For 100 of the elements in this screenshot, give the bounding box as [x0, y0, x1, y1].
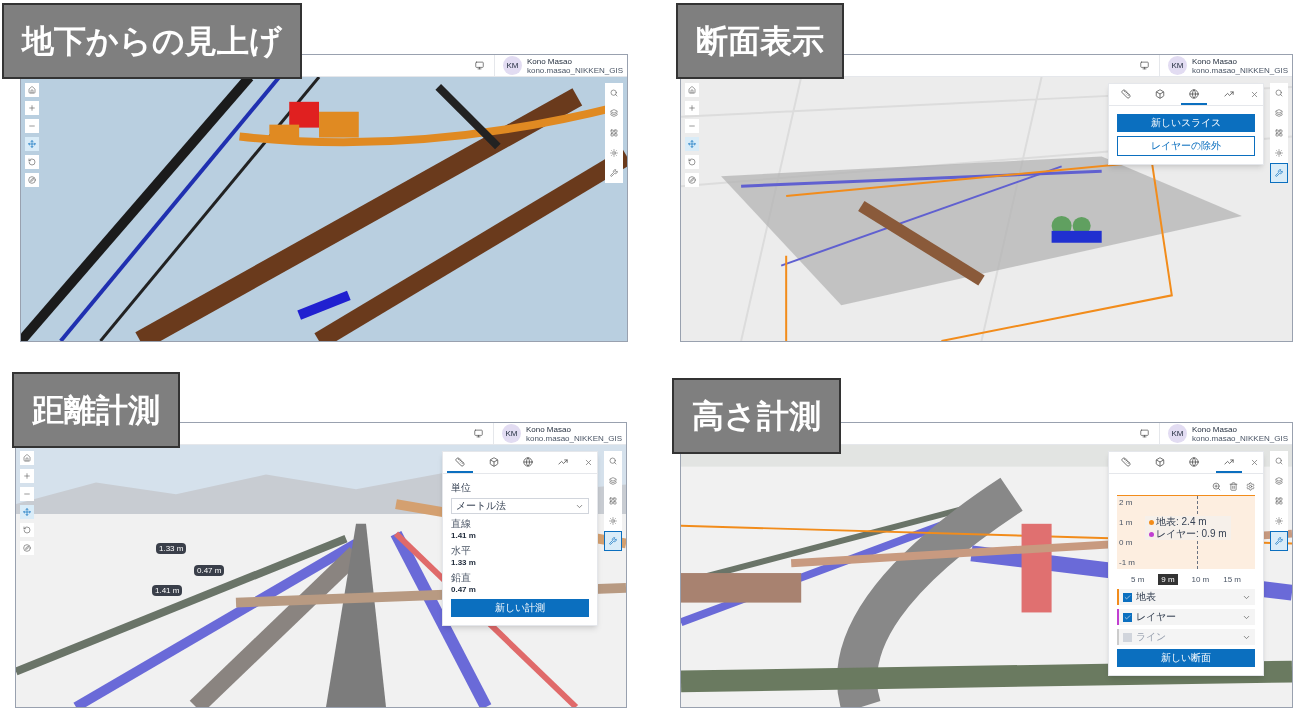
map-tool-button[interactable]: [20, 523, 34, 537]
line-label: レイヤー: [1136, 611, 1176, 623]
map-tool-button[interactable]: [685, 83, 699, 97]
monitor-icon[interactable]: [474, 61, 484, 70]
widget-button[interactable]: [1270, 531, 1288, 551]
checkbox[interactable]: [1123, 612, 1132, 622]
monitor-icon[interactable]: [1139, 61, 1149, 70]
primary-button[interactable]: 新しい断面: [1117, 649, 1255, 667]
map-tool-button[interactable]: [685, 137, 699, 151]
reading-value: 1.33 m: [451, 557, 477, 568]
search-icon: [1275, 457, 1283, 465]
trash-icon[interactable]: [1229, 482, 1238, 491]
map-tool-button[interactable]: [20, 451, 34, 465]
profile-line-row[interactable]: 地表: [1117, 589, 1255, 605]
reading-label: 直線: [451, 518, 472, 530]
home-icon: [28, 86, 36, 94]
trend-icon: [1223, 456, 1234, 467]
avatar[interactable]: KM: [501, 424, 521, 443]
cursor-label: 9 m: [1158, 573, 1178, 585]
minus-icon: [28, 122, 36, 130]
secondary-button[interactable]: レイヤーの除外: [1117, 136, 1255, 156]
sun-icon: [1275, 149, 1283, 157]
search-icon: [610, 89, 618, 97]
section-title: 断面表示: [676, 3, 844, 79]
axis-tick: 10 m: [1191, 574, 1210, 584]
box-icon: [1155, 456, 1166, 467]
primary-button[interactable]: 新しい計測: [451, 599, 589, 617]
primary-button[interactable]: 新しいスライス: [1117, 114, 1255, 132]
monitor-icon[interactable]: [1139, 429, 1149, 438]
rotate-icon: [688, 158, 696, 166]
axis-tick: -1 m: [1119, 558, 1135, 567]
map-tool-button[interactable]: [685, 101, 699, 115]
axis-tick: 15 m: [1223, 574, 1241, 584]
map-tool-button[interactable]: [25, 173, 39, 187]
move-icon: [688, 140, 696, 148]
grid-icon: [1275, 497, 1283, 505]
home-icon: [688, 86, 696, 94]
zoom-icon[interactable]: [1212, 482, 1221, 491]
map-tool-button[interactable]: [25, 83, 39, 97]
grid-icon: [609, 497, 617, 505]
axis-tick: 0 m: [1119, 538, 1134, 547]
minus-icon: [23, 490, 31, 498]
axis-tick: 2 m: [1119, 498, 1134, 507]
wrench-icon: [1275, 537, 1283, 545]
ruler-icon: [1121, 456, 1132, 467]
globe-icon: [523, 456, 534, 467]
map-tool-button[interactable]: [25, 155, 39, 169]
measure-label: 1.33 m: [156, 543, 187, 554]
avatar[interactable]: KM: [1167, 56, 1187, 75]
globe-icon: [1189, 456, 1200, 467]
map-tool-button[interactable]: [25, 101, 39, 115]
close-icon[interactable]: [583, 458, 593, 467]
unit-dropdown[interactable]: メートル法: [451, 498, 589, 514]
layers-icon: [610, 109, 618, 117]
layers-icon: [1275, 477, 1283, 485]
measure-label: 1.41 m: [152, 585, 183, 596]
line-label: ライン: [1136, 631, 1166, 643]
settings-icon[interactable]: [1246, 482, 1255, 491]
sun-icon: [609, 517, 617, 525]
search-icon: [1275, 89, 1283, 97]
close-icon[interactable]: [1249, 90, 1259, 99]
section-title: 地下からの見上げ: [2, 3, 302, 79]
axis-tick: 5 m: [1131, 574, 1145, 584]
map-tool-button[interactable]: [685, 173, 699, 187]
measure-label: 0.47 m: [194, 565, 225, 576]
user-id: kono.masao_NIKKEN_GIS: [1191, 433, 1288, 443]
grid-icon: [1275, 129, 1283, 137]
widget-button[interactable]: [604, 531, 622, 551]
close-icon[interactable]: [1249, 458, 1259, 467]
map-tool-button[interactable]: [20, 505, 34, 519]
map-tool-button[interactable]: [25, 119, 39, 133]
trend-icon: [1223, 88, 1234, 99]
section-title: 距離計測: [12, 372, 180, 448]
compass-icon: [28, 176, 36, 184]
avatar[interactable]: KM: [502, 56, 522, 75]
legend-text: レイヤー: 0.9 m: [1156, 528, 1227, 540]
user-name: Kono Masao: [1191, 424, 1238, 434]
compass-icon: [688, 176, 696, 184]
layers-icon: [609, 477, 617, 485]
map-tool-button[interactable]: [685, 155, 699, 169]
user-name: Kono Masao: [1191, 56, 1238, 66]
profile-line-row[interactable]: レイヤー: [1117, 609, 1255, 625]
avatar[interactable]: KM: [1167, 424, 1187, 443]
box-icon: [1155, 88, 1166, 99]
map-tool-button[interactable]: [685, 119, 699, 133]
compass-icon: [23, 544, 31, 552]
monitor-icon[interactable]: [473, 429, 483, 438]
ruler-icon: [1121, 88, 1132, 99]
map-tool-button[interactable]: [25, 137, 39, 151]
move-icon: [28, 140, 36, 148]
map-tool-button[interactable]: [20, 487, 34, 501]
map-tool-button[interactable]: [20, 469, 34, 483]
checkbox[interactable]: [1123, 592, 1132, 602]
user-id: kono.masao_NIKKEN_GIS: [1191, 65, 1288, 75]
sun-icon: [1275, 517, 1283, 525]
map-tool-button[interactable]: [20, 541, 34, 555]
user-id: kono.masao_NIKKEN_GIS: [525, 433, 622, 443]
home-icon: [23, 454, 31, 462]
widget-button[interactable]: [1270, 163, 1288, 183]
unit-label: 単位: [451, 482, 472, 494]
